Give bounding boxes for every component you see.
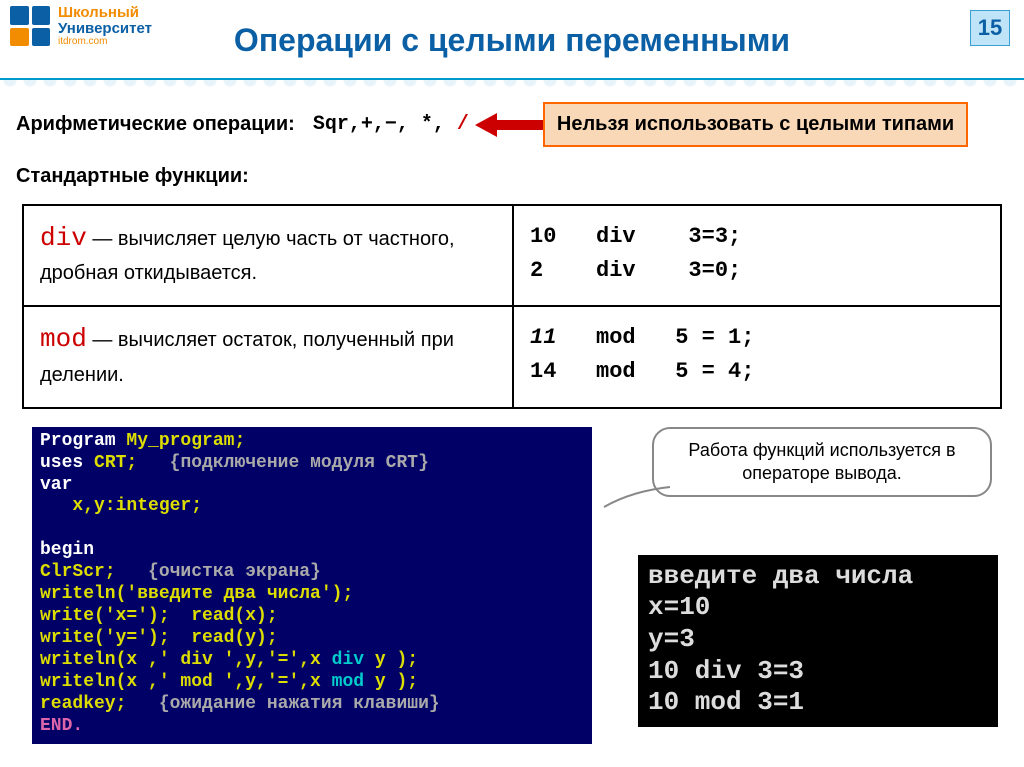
callout-tail-icon [602, 485, 672, 509]
arith-label: Арифметические операции: [16, 113, 295, 136]
arith-operators: Sqr,+,−, *, / [313, 113, 469, 136]
mod-ex-rest: mod 5 = 1; 14 mod 5 = 4; [530, 325, 754, 384]
code-kw: begin [40, 540, 94, 560]
code-comment: {подключение модуля CRT} [170, 453, 429, 473]
code-text: write('x='); read(x); [40, 606, 278, 626]
code-text: y ); [364, 650, 418, 670]
arrow-left-icon [475, 113, 545, 137]
warning-callout: Нельзя использовать с целыми типами [543, 102, 968, 147]
mod-ex-italic: 11 [530, 325, 556, 350]
code-text: ClrScr; [40, 562, 148, 582]
code-text: writeln(x ,' mod ',y,'=',x [40, 672, 332, 692]
lower-section: Program My_program; uses CRT; {подключен… [16, 427, 1008, 744]
mod-desc: — вычисляет остаток, полученный при деле… [40, 329, 454, 385]
code-text: writeln(x ,' div ',y,'=',x [40, 650, 332, 670]
code-area: Program My_program; uses CRT; {подключен… [32, 427, 592, 744]
arith-slash: / [457, 113, 469, 136]
code-text: writeln('введите два числа'); [40, 584, 353, 604]
table-row: div — вычисляет целую часть от частного,… [23, 205, 1001, 306]
arithmetic-row: Арифметические операции: Sqr,+,−, *, / Н… [16, 102, 1008, 147]
code-text: y ); [364, 672, 418, 692]
div-desc: — вычисляет целую часть от частного, дро… [40, 228, 455, 284]
functions-table: div — вычисляет целую часть от частного,… [22, 204, 1002, 409]
right-column: Работа функций используется в операторе … [592, 427, 992, 744]
div-description-cell: div — вычисляет целую часть от частного,… [23, 205, 513, 306]
pascal-code: Program My_program; uses CRT; {подключен… [32, 427, 592, 744]
code-text: x,y:integer; [40, 496, 202, 516]
div-keyword: div [40, 223, 87, 253]
code-end: END. [40, 716, 83, 736]
code-text: readkey; [40, 694, 159, 714]
code-kw: uses [40, 453, 83, 473]
subheading: Стандартные функции: [16, 165, 1008, 188]
code-text: CRT; [83, 453, 169, 473]
code-comment: {очистка экрана} [148, 562, 321, 582]
slide-content: Арифметические операции: Sqr,+,−, *, / Н… [0, 80, 1024, 744]
info-callout: Работа функций используется в операторе … [652, 427, 992, 498]
code-text: My_program; [116, 431, 246, 451]
code-op: div [332, 650, 364, 670]
mod-example-cell: 11 mod 5 = 1; 14 mod 5 = 4; [513, 306, 1001, 407]
div-example-cell: 10 div 3=3; 2 div 3=0; [513, 205, 1001, 306]
code-kw: Program [40, 431, 116, 451]
arith-rest: ,+,−, *, [349, 113, 457, 136]
slide-header: Школьный Университет itdrom.com Операции… [0, 0, 1024, 80]
table-row: mod — вычисляет остаток, полученный при … [23, 306, 1001, 407]
code-comment: {ожидание нажатия клавиши} [159, 694, 440, 714]
program-output: введите два числа x=10 y=3 10 div 3=3 10… [638, 555, 998, 728]
code-op: mod [332, 672, 364, 692]
code-kw: var [40, 475, 72, 495]
slide-title: Операции с целыми переменными [0, 22, 1024, 59]
code-text: write('y='); read(y); [40, 628, 278, 648]
page-number: 15 [970, 10, 1010, 46]
mod-description-cell: mod — вычисляет остаток, полученный при … [23, 306, 513, 407]
mod-keyword: mod [40, 324, 87, 354]
logo-line1: Школьный [58, 5, 152, 21]
arith-sqr: Sqr [313, 113, 349, 136]
